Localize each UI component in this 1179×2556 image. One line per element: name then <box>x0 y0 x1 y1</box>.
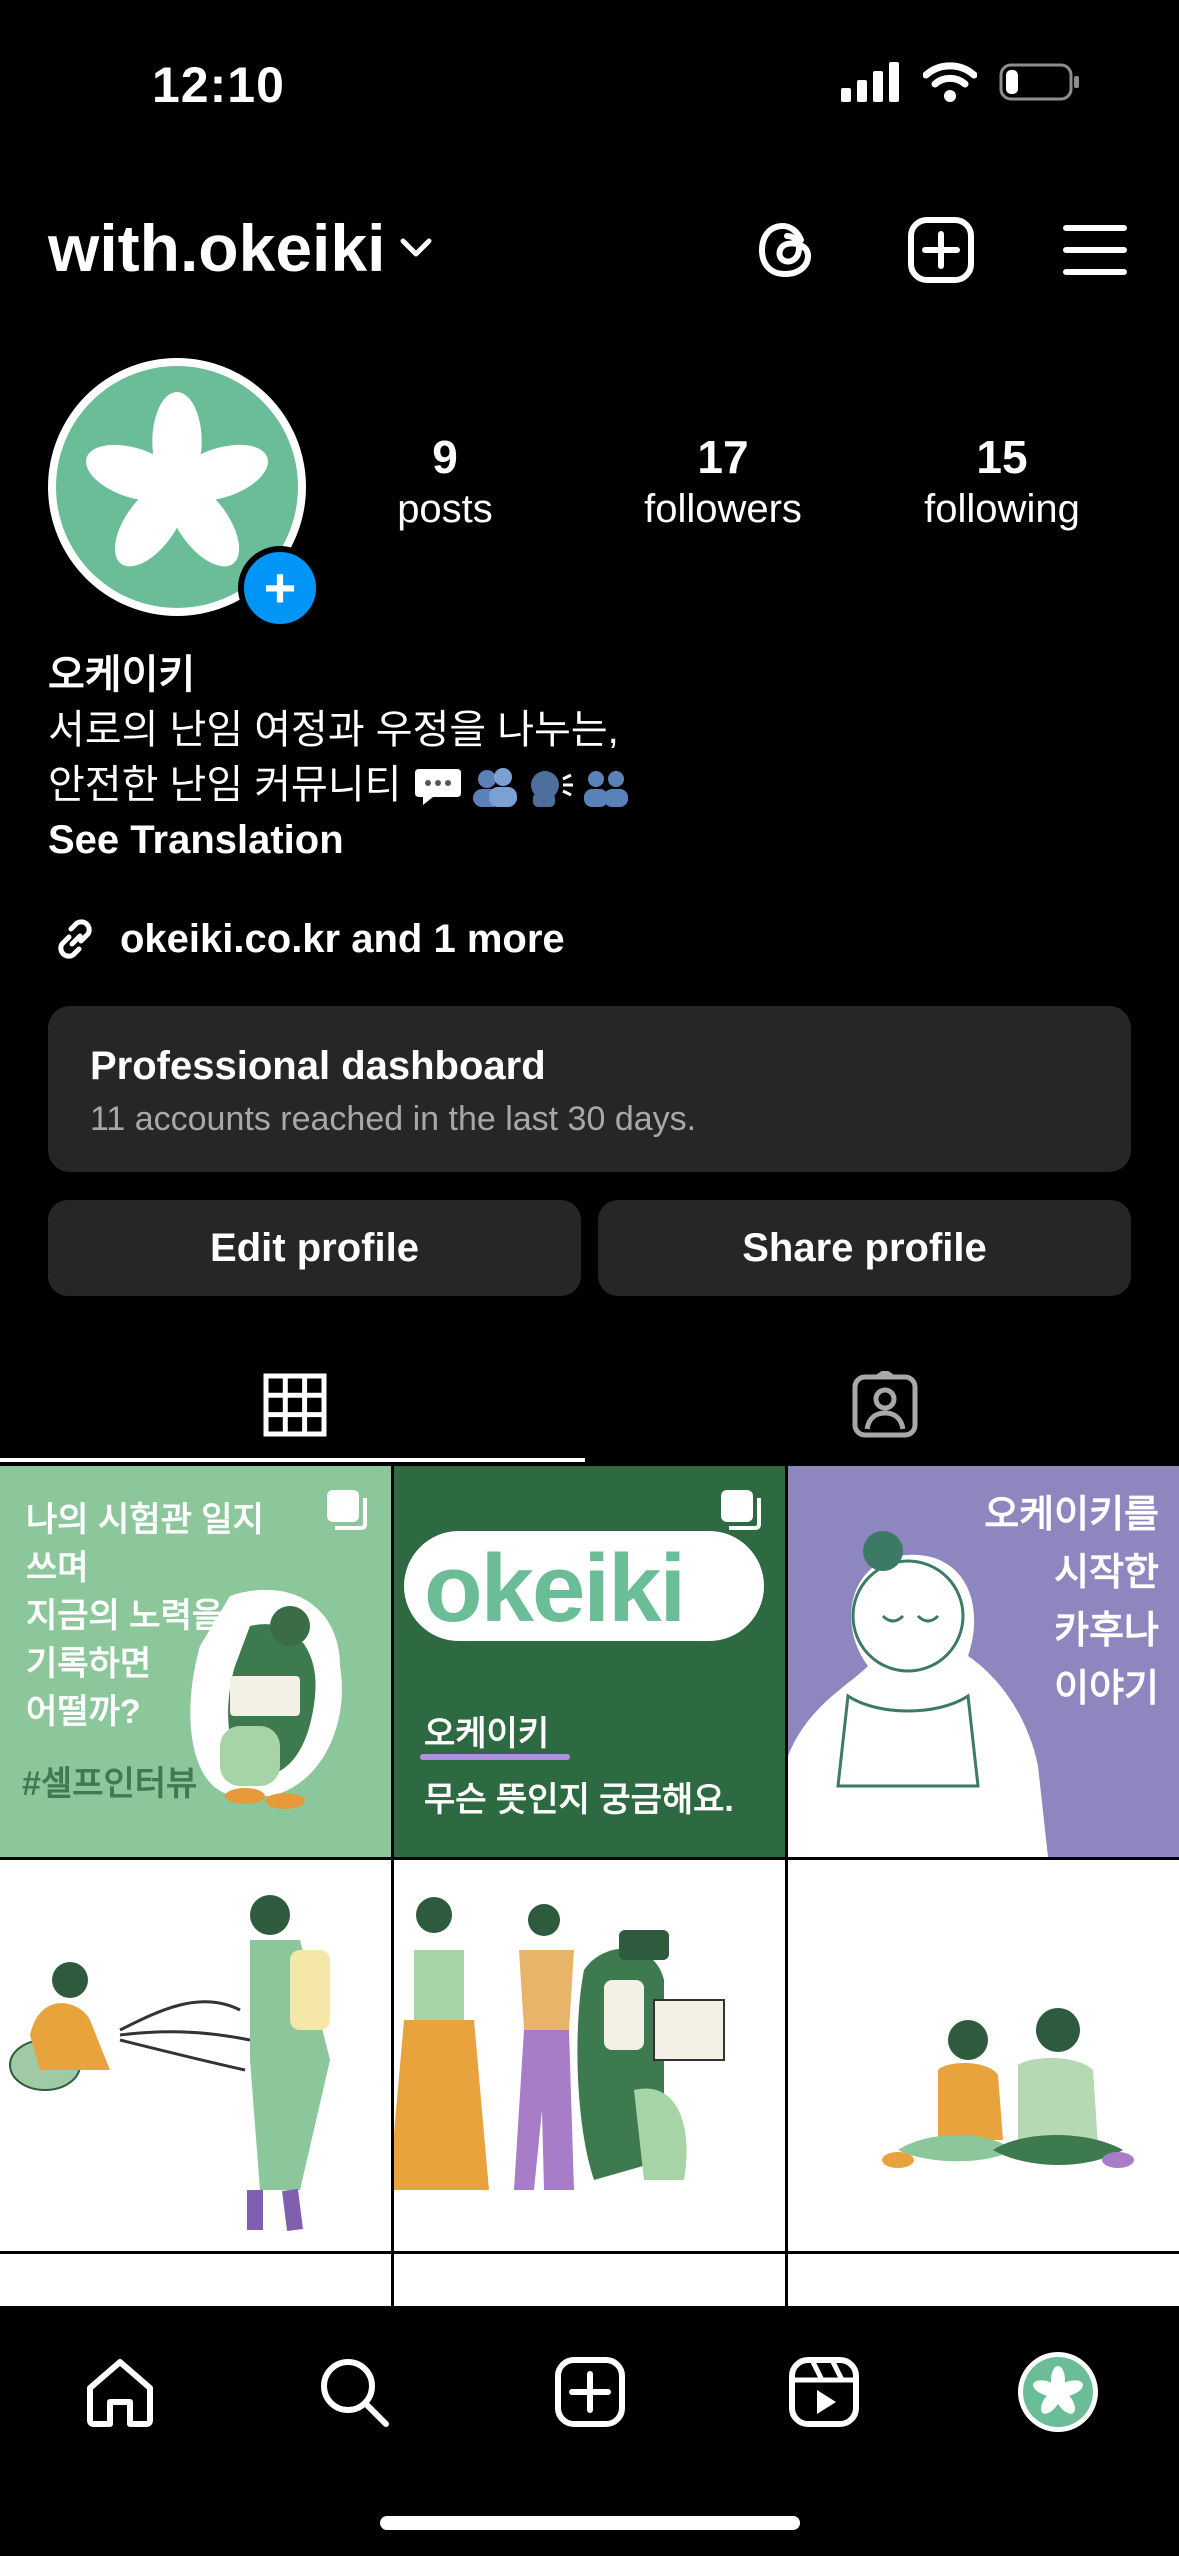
account-switcher[interactable]: with.okeiki <box>48 210 433 286</box>
home-icon[interactable] <box>78 2350 162 2434</box>
professional-dashboard-card[interactable]: Professional dashboard 11 accounts reach… <box>48 1006 1131 1172</box>
status-icons <box>841 62 1081 102</box>
okeiki-star-logo <box>86 392 268 567</box>
tagged-user-icon <box>852 1371 917 1438</box>
header-actions <box>751 214 1131 286</box>
post-thumbnail[interactable] <box>394 2254 785 2306</box>
dashboard-subtitle: 11 accounts reached in the last 30 days. <box>90 1100 697 1138</box>
menu-icon[interactable] <box>1059 214 1131 286</box>
create-post-icon[interactable] <box>905 214 977 286</box>
tab-posts-grid[interactable] <box>0 1350 589 1460</box>
edit-profile-button[interactable]: Edit profile <box>48 1200 581 1296</box>
bio-line: 서로의 난임 여정과 우정을 나누는, <box>48 708 619 752</box>
tab-tagged[interactable] <box>590 1350 1179 1460</box>
bio-line: 안전한 난임 커뮤니티 <box>48 763 402 807</box>
speaking-head-icon <box>530 771 573 808</box>
following-count[interactable]: 15 following <box>882 430 1122 534</box>
post-thumbnail[interactable]: 나의 시험관 일지 쓰며 지금의 노력을 기록하면 어떨까? #셀프인터뷰 <box>0 1466 391 1857</box>
display-name: 오케이키 <box>48 653 196 697</box>
battery-icon <box>999 63 1079 101</box>
post-hashtag: #셀프인터뷰 <box>22 1765 198 1803</box>
search-icon[interactable] <box>312 2350 396 2434</box>
chevron-down-icon <box>400 238 432 257</box>
post-thumbnail[interactable] <box>0 2254 391 2306</box>
bio-line-emoji: 안전한 난임 커뮤니티 <box>48 758 637 813</box>
carousel-icon <box>327 1490 367 1530</box>
posts-count[interactable]: 9 posts <box>325 430 565 534</box>
link-text: okeiki.co.kr and 1 more <box>120 916 565 961</box>
profile-bio: 오케이키 서로의 난임 여정과 우정을 나누는, 안전한 난임 커뮤니티 See… <box>48 648 637 868</box>
grid-icon <box>263 1373 326 1437</box>
reels-icon[interactable] <box>782 2350 866 2434</box>
post-thumbnail[interactable] <box>394 1860 785 2251</box>
username: with.okeiki <box>48 211 386 285</box>
status-time: 12:10 <box>152 57 285 113</box>
post-thumbnail[interactable] <box>788 1860 1179 2251</box>
add-story-button[interactable]: + <box>238 546 322 630</box>
busts-in-silhouette-icon <box>583 771 628 808</box>
post-thumbnail[interactable]: 오케이키를 시작한 카후나 이야기 <box>788 1466 1179 1857</box>
threads-icon[interactable] <box>751 214 823 286</box>
followers-count[interactable]: 17 followers <box>603 430 843 534</box>
post-thumbnail[interactable] <box>788 2254 1179 2306</box>
posts-grid: 나의 시험관 일지 쓰며 지금의 노력을 기록하면 어떨까? #셀프인터뷰 ok… <box>0 1466 1179 2306</box>
busts-in-silhouette-icon <box>472 768 517 808</box>
cellular-signal-icon <box>841 62 899 102</box>
profile-link[interactable]: okeiki.co.kr and 1 more <box>48 912 565 966</box>
profile-tab-avatar[interactable] <box>1016 2350 1100 2434</box>
share-profile-button[interactable]: Share profile <box>598 1200 1131 1296</box>
active-tab-indicator <box>0 1458 585 1462</box>
home-indicator[interactable] <box>380 2516 800 2530</box>
create-icon[interactable] <box>548 2350 632 2434</box>
link-icon <box>58 919 92 959</box>
wifi-icon <box>923 62 977 102</box>
see-translation-link[interactable]: See Translation <box>48 813 637 868</box>
dashboard-title: Professional dashboard <box>90 1044 546 1088</box>
speech-bubble-icon <box>414 769 461 806</box>
post-thumbnail[interactable]: okeiki 오케이키 무슨 뜻인지 궁금해요. <box>394 1466 785 1857</box>
post-thumbnail[interactable] <box>0 1860 391 2251</box>
okeiki-wordmark: okeiki <box>424 1535 686 1642</box>
carousel-icon <box>721 1490 761 1530</box>
